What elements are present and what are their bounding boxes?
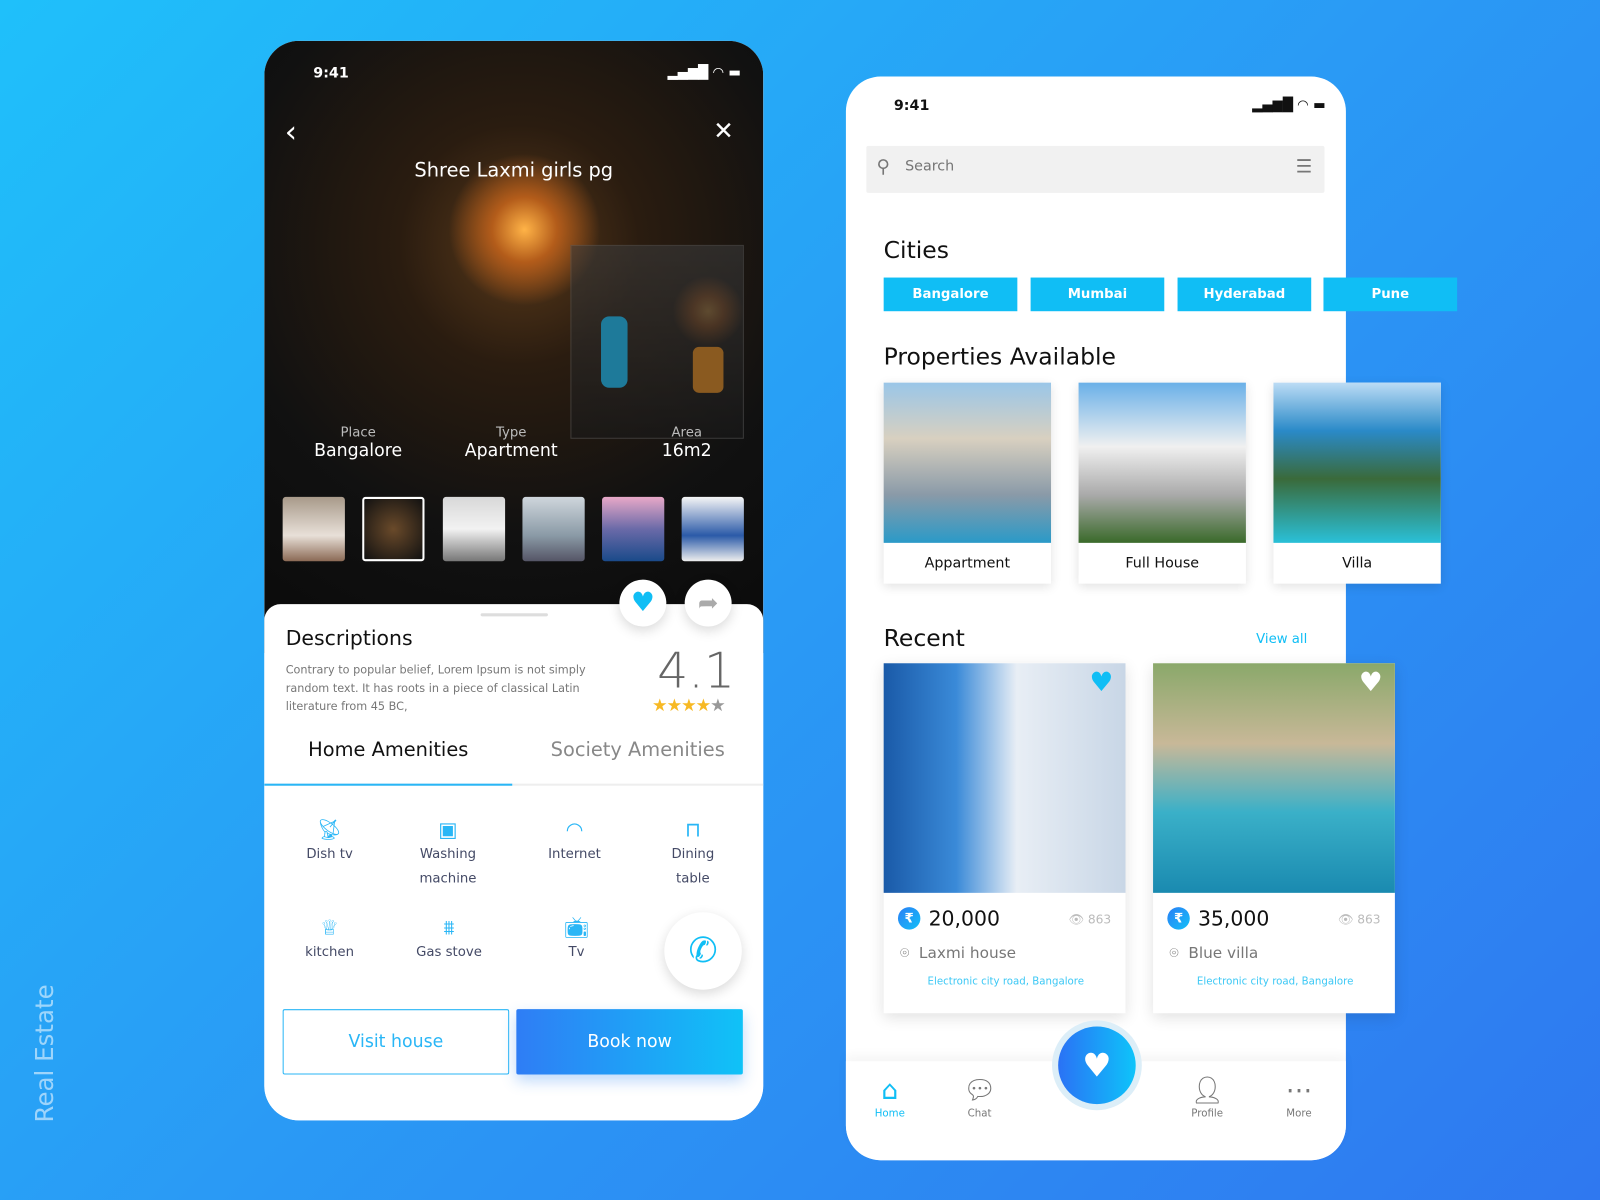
city-chip-hyderabad[interactable]: Hyderabad <box>1177 277 1312 312</box>
visit-house-button[interactable]: Visit house <box>282 1009 510 1075</box>
location-pin-icon: ⌾ <box>1169 943 1179 963</box>
property-card-villa[interactable]: Villa <box>1273 382 1441 584</box>
property-address: Electronic city road, Bangalore <box>1196 976 1354 988</box>
description-text: Contrary to popular belief, Lorem Ipsum … <box>285 663 586 714</box>
rupee-icon: ₹ <box>1167 907 1190 930</box>
home-screen: 9:41 ▂▄▆█ ◠ ▬ ⚲ ☰ Cities Bangalore Mumba… <box>845 76 1458 1161</box>
status-icons: ▂▄▆█ ◠ ▬ <box>1252 97 1326 114</box>
thumbnail[interactable] <box>442 496 506 562</box>
amenity-dining-table: ⊓ Dining table <box>637 816 749 892</box>
meta-label: Place <box>340 425 376 441</box>
wifi-icon: ◠ <box>565 817 584 842</box>
side-label: Real Estate <box>30 984 60 1123</box>
amenity-internet: ◠ Internet <box>518 816 630 867</box>
gas-stove-icon: ⩩ <box>443 915 455 940</box>
amenity-washing-machine: ▣ Washing machine <box>392 816 504 892</box>
thumbnail[interactable] <box>522 496 585 562</box>
phone-icon: ✆ <box>688 930 718 972</box>
search-input[interactable] <box>905 158 1242 175</box>
meta-value: Bangalore <box>314 440 403 462</box>
meta-type: Type Apartment <box>452 426 570 462</box>
favorite-button[interactable]: ♥ <box>619 579 667 627</box>
call-button[interactable]: ✆ <box>664 912 742 990</box>
share-button[interactable]: ➦ <box>684 579 732 627</box>
nav-more[interactable]: ⋯ More <box>1263 1073 1334 1120</box>
search-icon: ⚲ <box>876 156 890 178</box>
heart-icon[interactable]: ♥ <box>1359 667 1383 698</box>
view-count: 863 <box>1357 912 1381 927</box>
tv-icon: 📺︎ <box>563 915 590 940</box>
city-chip-bangalore[interactable]: Bangalore <box>883 277 1018 312</box>
eye-icon: 👁︎ <box>1337 912 1354 927</box>
view-count: 863 <box>1087 912 1112 927</box>
description-sheet: Descriptions Contrary to popular belief,… <box>264 604 764 1121</box>
property-name: Laxmi house <box>918 943 1017 963</box>
price: 20,000 <box>928 906 1000 931</box>
rupee-icon: ₹ <box>897 907 921 930</box>
recent-title: Recent <box>883 625 965 653</box>
thumbnail-selected[interactable] <box>362 496 425 562</box>
recent-card[interactable]: ♥ ₹20,000 👁︎ 863 ⌾ Laxmi house Electroni… <box>883 663 1126 1014</box>
location-pin-icon: ⌾ <box>899 943 910 963</box>
chevron-left-icon[interactable]: ‹ <box>285 114 297 150</box>
meta-value: Apartment <box>464 440 558 462</box>
rating-value: 4.1 <box>657 642 736 700</box>
status-icons: ▂▄▆█ ◠ ▬ <box>667 65 741 81</box>
dining-table-icon: ⊓ <box>684 817 701 842</box>
description-title: Descriptions <box>285 625 413 650</box>
tab-society-amenities[interactable]: Society Amenities <box>512 739 763 761</box>
share-icon: ➦ <box>697 588 719 618</box>
properties-title: Properties Available <box>883 343 1116 371</box>
heart-icon: ♥ <box>630 587 655 619</box>
property-address: Electronic city road, Bangalore <box>927 976 1085 988</box>
active-tab-indicator <box>264 783 513 786</box>
heart-icon: ♥ <box>1058 1026 1136 1105</box>
home-icon: ⌂ <box>881 1075 899 1107</box>
thumbnail[interactable] <box>602 496 665 562</box>
drag-handle[interactable] <box>480 613 548 617</box>
nav-chat[interactable]: 💬︎ Chat <box>944 1073 1015 1120</box>
book-now-button[interactable]: Book now <box>516 1009 743 1075</box>
tab-home-amenities[interactable]: Home Amenities <box>264 739 512 761</box>
city-chip-mumbai[interactable]: Mumbai <box>1030 277 1165 312</box>
search-bar[interactable]: ⚲ ☰ <box>866 145 1325 193</box>
meta-area: Area 16m2 <box>646 426 728 462</box>
favorites-fab[interactable]: ♥ <box>1052 1020 1142 1111</box>
washing-machine-icon: ▣ <box>438 817 458 842</box>
meta-value: 16m2 <box>661 440 712 462</box>
amenity-gas-stove: ⩩ Gas stove <box>393 914 505 965</box>
eye-icon: 👁︎ <box>1068 912 1084 927</box>
amenity-kitchen: ♕ kitchen <box>273 914 385 965</box>
status-time: 9:41 <box>313 65 349 82</box>
price: 35,000 <box>1197 906 1270 931</box>
status-time: 9:41 <box>893 97 930 115</box>
rating-stars: ★★★★★ <box>652 695 726 717</box>
page-title: Shree Laxmi girls pg <box>414 159 614 182</box>
property-card-appartment[interactable]: Appartment <box>883 382 1052 584</box>
chef-hat-icon: ♕ <box>320 915 339 940</box>
view-all-link[interactable]: View all <box>1256 632 1307 647</box>
thumbnail[interactable] <box>282 496 345 562</box>
thumbnail[interactable] <box>681 496 744 562</box>
amenity-tv: 📺︎ Tv <box>520 914 632 965</box>
profile-icon: 👤︎ <box>1190 1075 1224 1107</box>
meta-label: Type <box>495 425 527 441</box>
more-icon: ⋯ <box>1285 1075 1313 1107</box>
meta-label: Area <box>671 425 702 441</box>
chat-icon: 💬︎ <box>962 1075 997 1107</box>
nav-home[interactable]: ⌂ Home <box>854 1073 925 1120</box>
city-chip-pune[interactable]: Pune <box>1323 277 1458 312</box>
satellite-dish-icon: 📡︎ <box>316 817 343 842</box>
property-detail-screen: 9:41 ▂▄▆█ ◠ ▬ ‹ Shree Laxmi girls pg ✕ P… <box>264 40 764 1121</box>
heart-icon[interactable]: ♥ <box>1089 667 1113 698</box>
cities-title: Cities <box>883 237 949 265</box>
amenity-dish-tv: 📡︎ Dish tv <box>273 816 385 867</box>
meta-place: Place Bangalore <box>307 426 409 462</box>
recent-card[interactable]: ♥ ₹35,000 👁︎ 863 ⌾ Blue villa Electronic… <box>1153 663 1395 1014</box>
filter-icon[interactable]: ☰ <box>1296 156 1312 177</box>
nav-profile[interactable]: 👤︎ Profile <box>1171 1073 1242 1120</box>
property-card-full-house[interactable]: Full House <box>1078 382 1246 584</box>
360-view-icon[interactable]: ✕ <box>713 116 734 145</box>
property-name: Blue villa <box>1188 943 1259 963</box>
